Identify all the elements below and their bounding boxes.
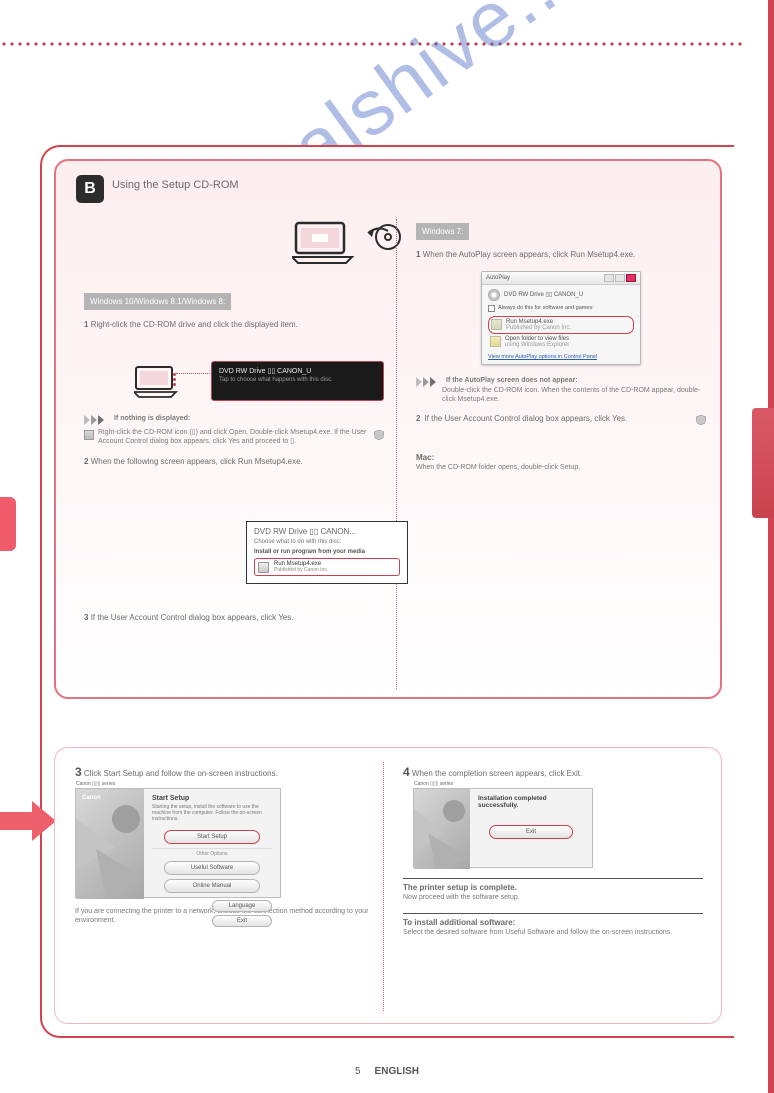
right-gutter	[768, 0, 774, 1093]
inst-head: To install additional software:	[403, 918, 703, 929]
step3-num: 3	[75, 765, 82, 779]
win10-step3-num: 3	[84, 613, 88, 622]
language-button[interactable]: Language	[212, 900, 272, 912]
win10-heading: Windows 10/Windows 8.1/Windows 8:	[84, 293, 231, 310]
mini-sub: Choose what to do with this disc.	[254, 539, 400, 545]
win7-heading: Windows 7:	[416, 223, 469, 240]
section-b-badge: B	[76, 175, 104, 203]
page-number: 5	[355, 1066, 361, 1077]
wizard2-heading: Installation completed successfully.	[478, 795, 584, 809]
online-manual-button[interactable]: Online Manual	[164, 879, 260, 893]
toast-title: DVD RW Drive ▯▯ CANON_U	[219, 367, 376, 375]
section-b-title: Using the Setup CD-ROM	[112, 179, 239, 191]
mini-header: Install or run program from your media	[254, 549, 400, 555]
wizard-exit-button[interactable]: Exit	[489, 825, 573, 839]
folder-icon	[490, 336, 501, 347]
folder-icon	[84, 430, 94, 440]
win7-note-text: Double-click the CD-ROM icon. When the c…	[442, 387, 706, 405]
autoplay-run-pub: Published by Canon Inc.	[506, 325, 571, 331]
step4-text: When the completion screen appears, clic…	[412, 769, 582, 778]
wizard-desc: Starting the setup, install the software…	[152, 804, 272, 822]
shield-icon	[696, 415, 706, 425]
page-footer: 5 ENGLISH	[0, 1066, 774, 1077]
left-edge-tab	[0, 497, 16, 551]
win7-step2-num: 2	[416, 414, 420, 425]
useful-software-button[interactable]: Useful Software	[164, 861, 260, 875]
toast-connector	[176, 373, 214, 374]
wizard-titlebar: Canon ▯▯▯ series	[76, 781, 115, 787]
win7-note-lead: If the AutoPlay screen does not appear:	[446, 377, 578, 386]
exit-button[interactable]: Exit	[212, 915, 272, 927]
autoplay-run-option[interactable]: Run Msetup4.exe Published by Canon Inc.	[488, 316, 634, 334]
win10-toast: DVD RW Drive ▯▯ CANON_U Tap to choose wh…	[211, 361, 384, 401]
wizard-start: Canon ▯▯▯ series Canon Start Setup Start…	[75, 788, 281, 898]
win10-mini-dialog: DVD RW Drive ▯▯ CANON... Choose what to …	[246, 521, 408, 584]
win10-step3-text: If the User Account Control dialog box a…	[91, 613, 294, 622]
section-c: 3 Click Start Setup and follow the on-sc…	[54, 747, 722, 1024]
win7-step1-text: When the AutoPlay screen appears, click …	[423, 250, 636, 259]
section-b-divider	[396, 219, 397, 689]
wizard-done: Canon ▯▯▯ series Installation completed …	[413, 788, 593, 868]
wizard2-titlebar: Canon ▯▯▯ series	[414, 781, 453, 787]
autoplay-dialog: AutoPlay DVD RW Drive ▯▯ CANON_U Always …	[481, 271, 641, 365]
done-head: The printer setup is complete.	[403, 883, 703, 894]
mac-lead: Mac:	[416, 453, 434, 462]
divider	[403, 878, 703, 879]
inst-body: Select the desired software from Useful …	[403, 929, 703, 938]
toast-laptop-icon	[134, 365, 178, 399]
done-sub: Now proceed with the software setup.	[403, 894, 703, 903]
win10-step1-num: 1	[84, 320, 88, 329]
section-b: B Using the Setup CD-ROM Windows 10/Wind…	[54, 159, 722, 699]
step4-num: 4	[403, 765, 410, 779]
win10-note-text: Right-click the CD-ROM icon (▯) and clic…	[98, 429, 370, 447]
installer-icon	[258, 562, 269, 573]
win7-step2-text: If the User Account Control dialog box a…	[424, 414, 692, 425]
chevron-icon	[416, 377, 438, 387]
win7-step1-num: 1	[416, 250, 420, 259]
section-c-divider	[383, 762, 384, 1011]
mini-run-pub: Published by Canon Inc.	[274, 567, 328, 573]
autoplay-titlebar: AutoPlay	[486, 275, 510, 281]
checkbox-icon[interactable]	[488, 305, 495, 312]
win10-step2-text: When the following screen appears, click…	[91, 457, 303, 466]
right-edge-tab	[752, 408, 774, 518]
page-lang: ENGLISH	[375, 1066, 419, 1077]
wizard-heading: Start Setup	[152, 795, 272, 802]
toast-sub: Tap to choose what happens with this dis…	[219, 377, 376, 383]
main-panel: B Using the Setup CD-ROM Windows 10/Wind…	[40, 145, 734, 1038]
left-arrow-icon	[0, 801, 56, 841]
mini-run-row[interactable]: Run Msetup4.exe Published by Canon Inc.	[254, 558, 400, 576]
autoplay-more-link[interactable]: View more AutoPlay options in Control Pa…	[488, 354, 634, 360]
installer-icon	[491, 319, 502, 330]
laptop-cd-illustration	[292, 219, 402, 265]
win10-step2-num: 2	[84, 457, 88, 466]
mac-text: When the CD-ROM folder opens, double-cli…	[416, 464, 706, 473]
autoplay-open-sub: using Windows Explorer	[505, 342, 569, 348]
window-buttons[interactable]	[604, 274, 636, 282]
win10-note-lead: If nothing is displayed:	[114, 415, 190, 424]
dotted-top-border	[0, 42, 744, 46]
start-setup-button[interactable]: Start Setup	[164, 830, 260, 844]
autoplay-open-label: Open folder to view files	[505, 336, 569, 342]
shield-icon	[374, 430, 384, 440]
disc-icon	[488, 289, 500, 301]
autoplay-checkbox-label: Always do this for software and games:	[498, 305, 594, 311]
chevron-icon	[84, 415, 106, 425]
autoplay-drive: DVD RW Drive ▯▯ CANON_U	[504, 291, 583, 298]
mini-title: DVD RW Drive ▯▯ CANON...	[254, 527, 400, 536]
divider	[403, 913, 703, 914]
step3-text: Click Start Setup and follow the on-scre…	[84, 769, 278, 778]
autoplay-open-option[interactable]: Open folder to view files using Windows …	[488, 334, 634, 350]
wizard-sep: Other Options	[152, 848, 272, 857]
win10-step1-text: Right-click the CD-ROM drive and click t…	[91, 320, 298, 329]
